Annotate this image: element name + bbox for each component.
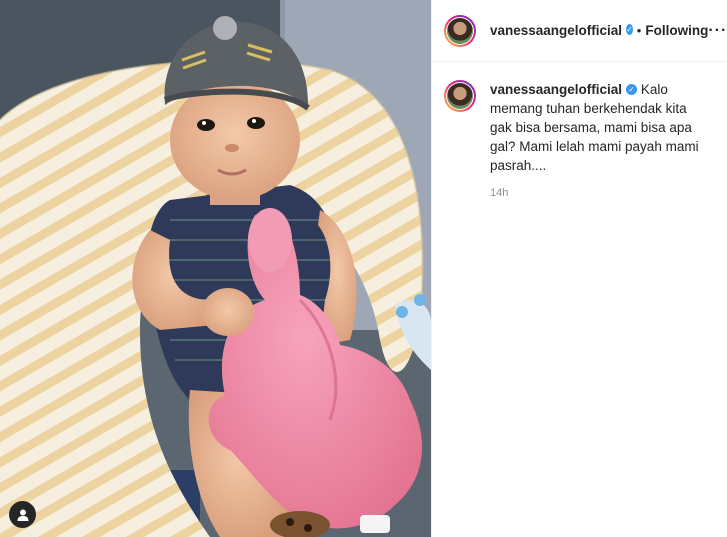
caption-username[interactable]: vanessaangelofficial [490,82,622,97]
post-photo[interactable] [0,0,431,537]
caption-avatar[interactable] [444,80,476,112]
person-silhouette-icon [17,509,28,521]
verified-badge-icon: ✓ [626,24,633,35]
caption-verified-badge-icon: ✓ [626,83,638,95]
separator-dot: • [636,23,642,38]
user-tag-icon[interactable] [9,501,36,528]
caption-body: vanessaangelofficial ✓ Kalo memang tuhan … [490,80,700,203]
caption-comment: vanessaangelofficial ✓ Kalo memang tuhan … [432,62,727,203]
baby-photo-illustration [0,0,431,537]
post-sidebar: vanessaangelofficial ✓ • Following ··· v… [431,0,727,537]
following-button[interactable]: Following [645,23,708,38]
post-timestamp[interactable]: 14h [490,184,700,203]
profile-avatar[interactable] [444,15,476,47]
more-options-icon[interactable]: ··· [708,22,727,40]
header-username[interactable]: vanessaangelofficial [490,23,622,38]
instagram-post: vanessaangelofficial ✓ • Following ··· v… [0,0,727,537]
post-header: vanessaangelofficial ✓ • Following ··· [432,0,727,62]
